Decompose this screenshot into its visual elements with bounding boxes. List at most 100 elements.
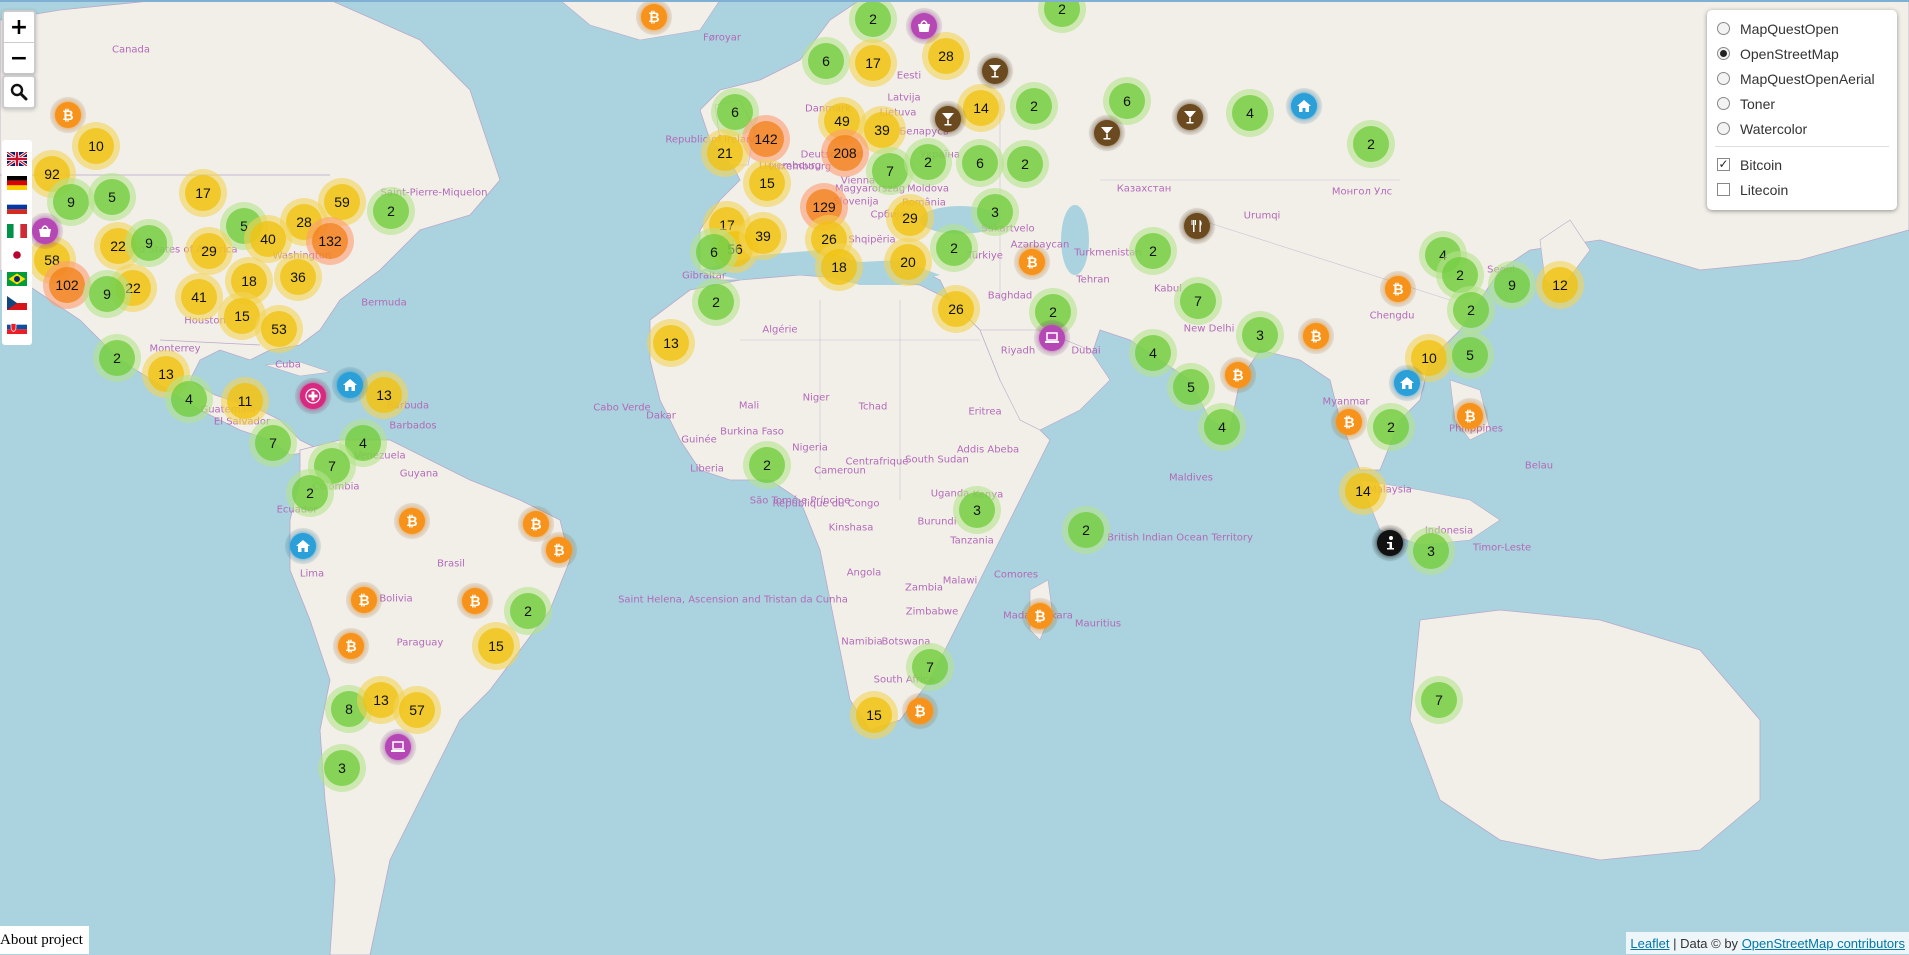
marker-cluster[interactable]: 2 — [904, 138, 952, 186]
poi-marker[interactable] — [930, 101, 966, 137]
poi-marker[interactable]: ₿ — [1014, 244, 1050, 280]
marker-cluster[interactable]: 15 — [472, 622, 520, 670]
poi-marker[interactable] — [332, 367, 368, 403]
marker-cluster[interactable]: 6 — [956, 139, 1004, 187]
poi-marker[interactable]: ₿ — [50, 97, 86, 133]
poi-marker[interactable]: ₿ — [1298, 318, 1334, 354]
marker-cluster[interactable]: 9 — [83, 270, 131, 318]
marker-cluster[interactable]: 39 — [739, 212, 787, 260]
poi-marker[interactable]: ₿ — [1220, 357, 1256, 393]
marker-cluster[interactable]: 13 — [647, 319, 695, 367]
base-layer-option[interactable]: Watercolor — [1707, 116, 1897, 141]
marker-cluster[interactable]: 2 — [1347, 120, 1395, 168]
poi-marker[interactable] — [977, 53, 1013, 89]
italian-flag[interactable] — [7, 224, 27, 238]
poi-marker[interactable]: ₿ — [1022, 598, 1058, 634]
poi-marker[interactable]: ₿ — [394, 503, 430, 539]
poi-marker[interactable] — [1179, 208, 1215, 244]
base-layer-option[interactable]: OpenStreetMap — [1707, 41, 1897, 66]
poi-marker[interactable] — [285, 528, 321, 564]
marker-cluster[interactable]: 2 — [692, 278, 740, 326]
marker-cluster[interactable]: 53 — [255, 305, 303, 353]
poi-marker[interactable]: ₿ — [902, 693, 938, 729]
english-flag[interactable] — [7, 152, 27, 166]
japanese-flag[interactable] — [7, 248, 27, 262]
czech-flag[interactable] — [7, 296, 27, 310]
marker-cluster[interactable]: 7 — [249, 419, 297, 467]
base-layer-option[interactable]: Toner — [1707, 91, 1897, 116]
marker-cluster[interactable]: 3 — [953, 486, 1001, 534]
base-layer-radio[interactable] — [1717, 97, 1730, 110]
marker-cluster[interactable]: 29 — [886, 194, 934, 242]
overlay-checkbox[interactable] — [1717, 183, 1730, 196]
german-flag[interactable] — [7, 176, 27, 190]
osm-link[interactable]: OpenStreetMap contributors — [1742, 936, 1905, 951]
about-project-link[interactable]: About project — [0, 926, 89, 954]
marker-cluster[interactable]: 7 — [906, 643, 954, 691]
poi-marker[interactable]: ₿ — [1380, 271, 1416, 307]
marker-cluster[interactable]: 2 — [93, 334, 141, 382]
marker-cluster[interactable]: 7 — [1174, 277, 1222, 325]
marker-cluster[interactable]: 2 — [930, 224, 978, 272]
marker-cluster[interactable]: 3 — [1407, 527, 1455, 575]
marker-cluster[interactable]: 5 — [1167, 363, 1215, 411]
marker-cluster[interactable]: 5 — [1446, 331, 1494, 379]
zoom-out-button[interactable]: − — [4, 43, 34, 73]
marker-cluster[interactable]: 4 — [1226, 89, 1274, 137]
marker-cluster[interactable]: 2 — [1129, 227, 1177, 275]
poi-marker[interactable]: ₿ — [541, 532, 577, 568]
poi-marker[interactable] — [1389, 365, 1425, 401]
marker-cluster[interactable]: 2 — [1010, 82, 1058, 130]
marker-cluster[interactable]: 29 — [185, 227, 233, 275]
base-layer-radio[interactable] — [1717, 72, 1730, 85]
marker-cluster[interactable]: 14 — [1339, 467, 1387, 515]
marker-cluster[interactable]: 57 — [393, 686, 441, 734]
poi-marker[interactable] — [380, 729, 416, 765]
marker-cluster[interactable]: 11 — [221, 377, 269, 425]
poi-marker[interactable] — [27, 213, 63, 249]
marker-cluster[interactable]: 4 — [165, 375, 213, 423]
marker-cluster[interactable]: 2 — [743, 441, 791, 489]
marker-cluster[interactable]: 2 — [1447, 286, 1495, 334]
poi-marker[interactable] — [1372, 525, 1408, 561]
marker-cluster[interactable]: 41 — [175, 273, 223, 321]
zoom-in-button[interactable]: + — [4, 12, 34, 43]
poi-marker[interactable]: ₿ — [1331, 404, 1367, 440]
marker-cluster[interactable]: 2 — [367, 187, 415, 235]
poi-marker[interactable] — [1034, 320, 1070, 356]
marker-cluster[interactable]: 17 — [849, 39, 897, 87]
base-layer-option[interactable]: MapQuestOpen — [1707, 16, 1897, 41]
poi-marker[interactable] — [1286, 88, 1322, 124]
marker-cluster[interactable]: 12 — [1536, 261, 1584, 309]
brazilian-flag[interactable] — [7, 272, 27, 286]
marker-cluster[interactable]: 9 — [1488, 261, 1536, 309]
poi-marker[interactable]: ₿ — [1452, 398, 1488, 434]
marker-cluster[interactable]: 3 — [318, 744, 366, 792]
marker-cluster[interactable]: 18 — [815, 243, 863, 291]
overlay-checkbox[interactable]: ✓ — [1717, 158, 1730, 171]
marker-cluster[interactable]: 5 — [88, 173, 136, 221]
poi-marker[interactable]: ₿ — [346, 582, 382, 618]
marker-cluster[interactable]: 142 — [742, 115, 790, 163]
marker-cluster[interactable]: 17 — [179, 169, 227, 217]
overlay-option[interactable]: Litecoin — [1707, 177, 1897, 202]
leaflet-link[interactable]: Leaflet — [1630, 936, 1669, 951]
russian-flag[interactable] — [7, 200, 27, 214]
marker-cluster[interactable]: 10 — [72, 122, 120, 170]
marker-cluster[interactable]: 36 — [274, 253, 322, 301]
marker-cluster[interactable]: 15 — [743, 159, 791, 207]
poi-marker[interactable] — [906, 8, 942, 44]
poi-marker[interactable] — [295, 378, 331, 414]
base-layer-option[interactable]: MapQuestOpenAerial — [1707, 66, 1897, 91]
marker-cluster[interactable]: 6 — [802, 37, 850, 85]
poi-marker[interactable]: ₿ — [636, 0, 672, 35]
marker-cluster[interactable]: 9 — [125, 219, 173, 267]
search-button[interactable] — [4, 77, 34, 107]
marker-cluster[interactable]: 6 — [690, 228, 738, 276]
marker-cluster[interactable]: 4 — [1198, 403, 1246, 451]
poi-marker[interactable]: ₿ — [457, 583, 493, 619]
marker-cluster[interactable]: 3 — [1236, 311, 1284, 359]
marker-cluster[interactable]: 2 — [1001, 140, 1049, 188]
marker-cluster[interactable]: 3 — [971, 188, 1019, 236]
base-layer-radio[interactable] — [1717, 122, 1730, 135]
